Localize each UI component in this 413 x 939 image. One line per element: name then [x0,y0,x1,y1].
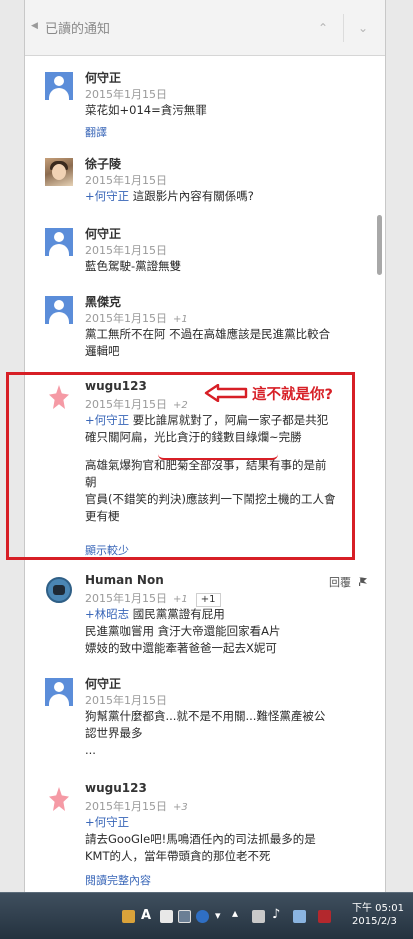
comment-text: +林昭志 國民黨黨證有屁用 民進黨咖嘗用 貪汙大帝還能回家看A片 嫖妓的致中還能… [85,606,367,657]
comment-date: 2015年1月15日 +3 [85,798,188,814]
mention-link[interactable]: +何守正 [85,189,129,203]
comment-text: +何守正 這跟影片內容有關係嗎? [85,188,367,205]
volume-icon[interactable]: ♪ [272,907,280,922]
avatar[interactable] [45,228,73,256]
app-icon[interactable] [122,910,135,923]
taskbar-date[interactable]: 2015/2/3 [352,916,397,927]
comment-line: 民進黨咖嘗用 貪汙大帝還能回家看A片 [85,624,281,638]
comment-line: 這跟影片內容有關係嗎? [132,189,254,203]
arrow-left-icon [204,384,248,402]
keyboard-icon[interactable] [178,910,191,923]
plus-one-button[interactable]: +1 [195,593,221,607]
comment-author[interactable]: Human Non [85,573,164,587]
comment-author[interactable]: 黑傑克 [85,293,121,310]
comment-text: 菜花如+014=貪污無罪 [85,102,367,119]
tray-arrow-icon[interactable]: ▴ [232,906,238,920]
mention-link[interactable]: +何守正 [85,814,367,831]
comment-line: 國民黨黨證有屁用 [132,607,225,621]
comment-text: 狗幫黨什麼都貪...就不是不用關...難怪黨產被公 認世界最多 ... [85,708,367,759]
comment-line: 認世界最多 [85,726,143,740]
taskbar: A ▾ ▴ ♪ 下午 05:01 2015/2/3 [0,892,413,939]
avatar[interactable] [45,72,73,100]
network-icon[interactable] [252,910,265,923]
comment-line: 狗幫黨什麼都貪...就不是不用關...難怪黨產被公 [85,709,326,723]
vote-count: +1 [173,314,188,325]
input-method-icon[interactable]: A [141,908,151,923]
avatar[interactable] [45,296,73,324]
taskbar-time[interactable]: 下午 05:01 [352,899,404,914]
back-arrow-icon[interactable]: ◀ [31,21,38,31]
comment-text: 藍色駕駛-黨證無雙 [85,258,367,275]
comment-line: KMT的人，當年帶頭貪的那位老不死 [85,849,271,863]
comment-line: 藍色駕駛-黨證無雙 [85,259,182,273]
date-text: 2015年1月15日 [85,694,167,707]
panel-title: 已讀的通知 [45,22,111,37]
comment-date: 2015年1月15日 [85,692,167,708]
window-icon[interactable] [160,910,173,923]
date-text: 2015年1月15日 [85,174,167,187]
read-more-link[interactable]: 閱讀完整內容 [85,872,151,888]
header-divider [343,14,344,42]
comment-text: 黨工無所不在阿 不過在高雄應該是民進黨比較合 邏輯吧 [85,326,367,360]
reply-button[interactable]: 回覆 [329,576,351,589]
date-text: 2015年1月15日 [85,312,167,325]
chevron-down-icon[interactable]: ⌄ [349,8,377,48]
options-icon[interactable]: ▾ [215,909,221,922]
comment-text: +何守正 請去GooGle吧!馬鳴酒任內的司法抓最多的是 KMT的人，當年帶頭貪… [85,814,367,865]
date-text: 2015年1月15日 [85,592,167,605]
avatar[interactable] [45,576,73,604]
comment-line: 邏輯吧 [85,344,120,358]
comment-line: ... [85,743,96,757]
comment-author[interactable]: 何守正 [85,69,121,86]
vote-count: +1 [173,594,188,605]
flag-tray-icon[interactable] [318,910,331,923]
avatar[interactable] [45,678,73,706]
comment-date: 2015年1月15日 +1 [85,310,188,326]
comment-line: 嫖妓的致中還能牽著爸爸一起去X妮可 [85,641,277,655]
comment-author[interactable]: 何守正 [85,225,121,242]
comment-date: 2015年1月15日 [85,172,167,188]
mention-link[interactable]: +林昭志 [85,607,129,621]
date-text: 2015年1月15日 [85,244,167,257]
flag-icon[interactable] [359,577,367,586]
date-text: 2015年1月15日 [85,88,167,101]
comment-author[interactable]: wugu123 [85,781,147,795]
panel-header: ◀ 已讀的通知 ⌃ ⌄ [25,0,385,56]
annotation-underline [158,454,278,460]
date-text: 2015年1月15日 [85,800,167,813]
translate-link[interactable]: 翻譯 [85,124,107,140]
avatar[interactable] [45,158,73,186]
annotation-text: 這不就是你? [252,387,333,403]
comment-line: 黨工無所不在阿 不過在高雄應該是民進黨比較合 [85,327,331,341]
comment-author[interactable]: 何守正 [85,675,121,692]
help-icon[interactable] [196,910,209,923]
comment-line: 請去GooGle吧!馬鳴酒任內的司法抓最多的是 [85,832,316,846]
comment-actions: 回覆 [329,574,367,590]
avatar[interactable] [45,784,73,812]
comment-date: 2015年1月15日 [85,86,167,102]
comment-date: 2015年1月15日 [85,242,167,258]
comment-author[interactable]: 徐子陵 [85,155,121,172]
chevron-up-icon[interactable]: ⌃ [309,8,337,48]
vote-count: +3 [173,802,188,813]
comment-line: 菜花如+014=貪污無罪 [85,103,207,117]
comment-date: 2015年1月15日 +1 +1 [85,590,221,607]
display-icon[interactable] [293,910,306,923]
scrollbar-thumb[interactable] [377,215,382,275]
